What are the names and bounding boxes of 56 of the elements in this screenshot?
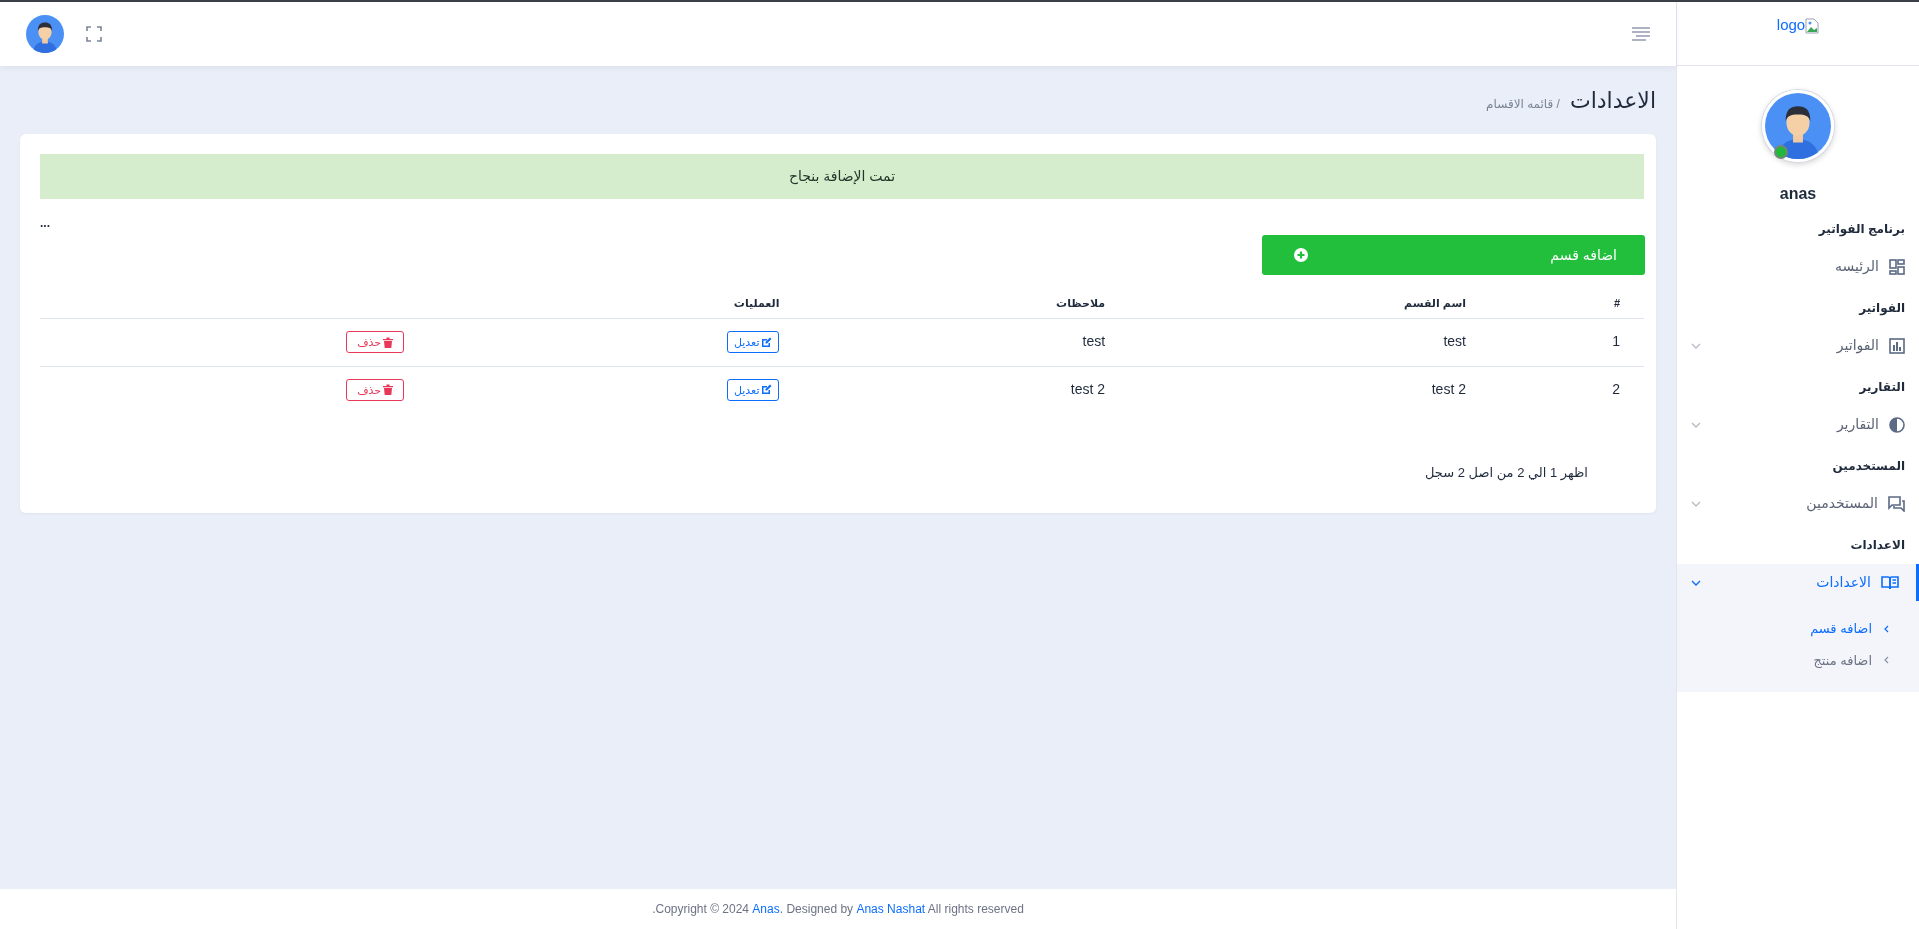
edit-icon [761, 384, 773, 396]
section-heading: الفواتير [1857, 300, 1906, 317]
dashboard-icon [1889, 258, 1905, 275]
broken-image-icon [1805, 17, 1820, 34]
table-cell: test 2 [1070, 380, 1106, 397]
delete-button[interactable]: حذف [346, 378, 405, 402]
chevron-left-icon [1884, 624, 1889, 633]
logo-link[interactable]: logo [1776, 14, 1820, 53]
chevron-left-icon [1884, 656, 1889, 665]
submenu-item[interactable]: اضافه منتج [1677, 644, 1919, 676]
footer-text: All rights reserved [926, 901, 1024, 918]
footer-text: . Designed by [779, 901, 855, 918]
pie-chart-icon [1889, 416, 1905, 433]
pagination-info: اظهر 1 الي 2 من اصل 2 سجل [1423, 464, 1589, 483]
delete-button[interactable]: حذف [346, 330, 405, 354]
footer-link[interactable]: Anas [752, 900, 780, 918]
table-cell: test [1082, 332, 1106, 349]
row-number: 1 [1612, 332, 1620, 349]
book-icon [1881, 575, 1899, 590]
plus-icon [1294, 248, 1308, 263]
user-name: anas [1778, 184, 1818, 204]
section-heading: التقارير [1858, 379, 1906, 396]
footer-text: .Copyright © 2024 [652, 901, 751, 918]
column-header: ملاحظات [1056, 297, 1106, 310]
bar-chart-icon [1889, 337, 1905, 354]
success-alert: تمت الإضافة بنجاح [40, 154, 1644, 200]
row-number: 2 [1612, 380, 1620, 397]
column-header: العمليات [733, 297, 780, 310]
breadcrumb: / قائمه الاقسام [1486, 96, 1560, 113]
edit-button[interactable]: تعديل [726, 378, 780, 402]
column-header: اسم القسم [1404, 297, 1466, 310]
page-title: الاعدادات [1569, 88, 1656, 115]
menu-icon[interactable] [1632, 27, 1650, 41]
footer-link[interactable]: Anas Nashat [856, 900, 926, 918]
chat-icon [1888, 495, 1905, 512]
trash-icon [383, 336, 394, 348]
section-heading: الاعدادات [1849, 537, 1906, 554]
section-heading: برنامج الفواتير [1817, 221, 1906, 238]
section-heading: المستخدمين [1831, 458, 1906, 475]
user-avatar [26, 15, 64, 53]
add-section-button[interactable]: اضافه قسم [1262, 235, 1645, 276]
sidebar-item[interactable]: التقارير [1677, 406, 1919, 443]
profile-avatar [1765, 93, 1831, 159]
sidebar-item[interactable]: الفواتير [1677, 327, 1919, 364]
table-cell: test [1443, 332, 1466, 349]
trash-icon [383, 384, 394, 396]
edit-icon [761, 336, 773, 348]
column-header: # [1613, 297, 1620, 310]
sidebar-item[interactable]: المستخدمين [1677, 485, 1919, 522]
table-cell: test 2 [1431, 380, 1466, 397]
submenu-item[interactable]: اضافه قسم [1677, 613, 1919, 645]
sidebar-item[interactable]: الرئيسه [1677, 248, 1919, 285]
edit-button[interactable]: تعديل [726, 330, 780, 354]
sidebar-item[interactable]: الاعدادات [1677, 564, 1919, 601]
fullscreen-icon[interactable] [86, 26, 102, 42]
more-text: ... [40, 217, 51, 230]
